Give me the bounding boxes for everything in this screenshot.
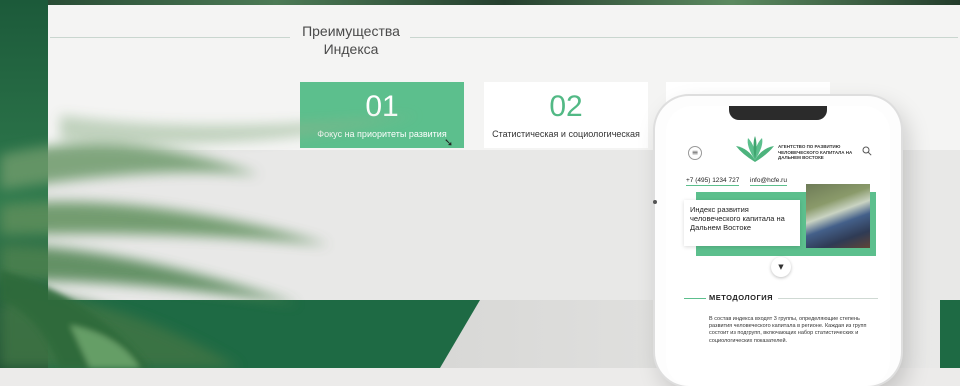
- background-left-strip: [0, 0, 48, 368]
- methodology-title: МЕТОДОЛОГИЯ: [709, 293, 773, 302]
- benefit-card-2[interactable]: 02 Статистическая и социологическая: [484, 82, 648, 148]
- benefit-card-number: 02: [549, 90, 583, 123]
- section-divider-right: [778, 298, 878, 299]
- benefit-card-text: Фокус на приоритеты развития: [317, 129, 447, 139]
- section-divider-left: [50, 37, 290, 38]
- search-icon[interactable]: [862, 146, 872, 156]
- phone-notch: [729, 106, 827, 120]
- section-title: Преимущества Индекса: [302, 23, 400, 57]
- benefit-card-text: Статистическая и социологическая: [492, 129, 640, 139]
- menu-icon[interactable]: ≡: [688, 146, 702, 160]
- chevron-down-icon: ▼: [778, 263, 784, 271]
- scroll-down-button[interactable]: ▼: [771, 257, 791, 277]
- section-divider-left: [684, 298, 706, 299]
- hero-card: Индекс развития человеческого капитала н…: [684, 200, 800, 246]
- phone-mockup: ≡ Агентство по развитию человеческого ка…: [653, 96, 901, 386]
- section-divider-right: [410, 37, 958, 38]
- contact-email-link[interactable]: info@hcfe.ru: [750, 177, 787, 186]
- cursor-icon: ➘: [444, 136, 454, 149]
- logo-leaf-icon: [736, 136, 774, 162]
- phone-side-button: [653, 200, 657, 204]
- hero-title: Индекс развития человеческого капитала н…: [690, 205, 785, 232]
- benefit-card-1[interactable]: 01 Фокус на приоритеты развития: [300, 82, 464, 148]
- methodology-text: В состав индекса входят 3 группы, опреде…: [709, 316, 867, 344]
- benefit-card-number: 01: [365, 90, 399, 123]
- contact-phone-link[interactable]: +7 (495) 1234 727: [686, 177, 740, 186]
- logo-text: Агентство по развитию человеческого капи…: [778, 144, 853, 160]
- phone-screen: ≡ Агентство по развитию человеческого ка…: [666, 106, 890, 386]
- hero-photo: [806, 184, 870, 248]
